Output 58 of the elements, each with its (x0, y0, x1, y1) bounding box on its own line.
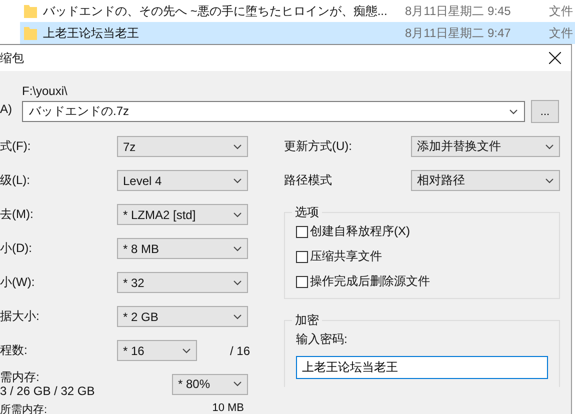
file-row[interactable]: 上老王论坛当老王 8月11日星期二 9:47 文件 (20, 22, 575, 44)
field-label: 更新方式(U): (284, 138, 353, 155)
memory-label: 需内存: 3 / 26 GB / 32 GB (0, 370, 95, 398)
checkbox[interactable] (296, 226, 308, 238)
password-field[interactable]: 上老王论坛当老王 (296, 356, 548, 379)
dropdown[interactable]: * 2 GB (117, 306, 248, 327)
close-icon[interactable] (549, 52, 561, 64)
chevron-icon (233, 246, 242, 252)
group-title: 选项 (294, 204, 320, 221)
field-label: 小(D): (0, 240, 33, 257)
checkbox-label: 压缩共享文件 (310, 248, 382, 265)
file-type: 文件 (549, 24, 573, 42)
dropdown[interactable]: * 16 (117, 340, 197, 361)
chevron-icon (233, 314, 242, 320)
chevron-icon (182, 348, 191, 354)
field-label: 级(L): (0, 172, 31, 189)
dropdown[interactable]: * 32 (117, 272, 248, 293)
chevron-icon (509, 108, 518, 114)
chevron-icon (233, 280, 242, 286)
field-label: 去(M): (0, 206, 34, 223)
chevron-icon (233, 212, 242, 218)
field-label: 小(W): (0, 274, 36, 291)
dropdown[interactable]: * 8 MB (117, 238, 248, 259)
field-label: A) (0, 101, 13, 118)
field-label: 路径模式 (284, 172, 333, 189)
field-label: 输入密码: (296, 331, 348, 348)
checkbox-label: 操作完成后删除源文件 (310, 273, 430, 290)
folder-path: F:\youxi\ (22, 84, 68, 98)
chevron-icon (233, 144, 242, 150)
chevron-icon (233, 178, 242, 184)
checkbox[interactable] (296, 276, 308, 288)
file-name: 上老王论坛当老王 (43, 24, 140, 42)
browse-button[interactable]: ... (531, 100, 559, 123)
memory-value: 10 MB (212, 402, 244, 414)
folder-icon (24, 4, 37, 18)
group-title: 加密 (294, 312, 320, 329)
dropdown[interactable]: 相对路径 (411, 170, 560, 191)
field-label: 程数: (0, 342, 28, 359)
field-label: 据大小: (0, 308, 40, 325)
folder-icon (24, 26, 37, 40)
thread-count: / 16 (230, 344, 250, 358)
archive-name-combo[interactable]: バッドエンドの.7z (22, 101, 525, 122)
dropdown[interactable]: * 80% (172, 374, 248, 394)
checkbox-label: 创建自释放程序(X) (310, 223, 410, 240)
checkbox[interactable] (296, 250, 308, 262)
chevron-icon (545, 178, 554, 184)
dropdown[interactable]: * LZMA2 [std] (117, 204, 248, 225)
chevron-icon (233, 381, 242, 387)
dropdown[interactable]: Level 4 (117, 170, 248, 191)
chevron-icon (545, 144, 554, 150)
file-type: 文件 (549, 2, 573, 20)
dropdown[interactable]: 添加并替换文件 (411, 136, 560, 157)
dropdown[interactable]: 7z (117, 136, 248, 157)
window-title: 缩包 (0, 50, 24, 66)
file-name: バッドエンドの、その先へ ~悪の手に堕ちたヒロインが、痴態... (43, 2, 388, 20)
file-date: 8月11日星期二 9:47 (405, 24, 512, 42)
field-label: 式(F): (0, 138, 32, 155)
file-date: 8月11日星期二 9:45 (405, 2, 512, 20)
